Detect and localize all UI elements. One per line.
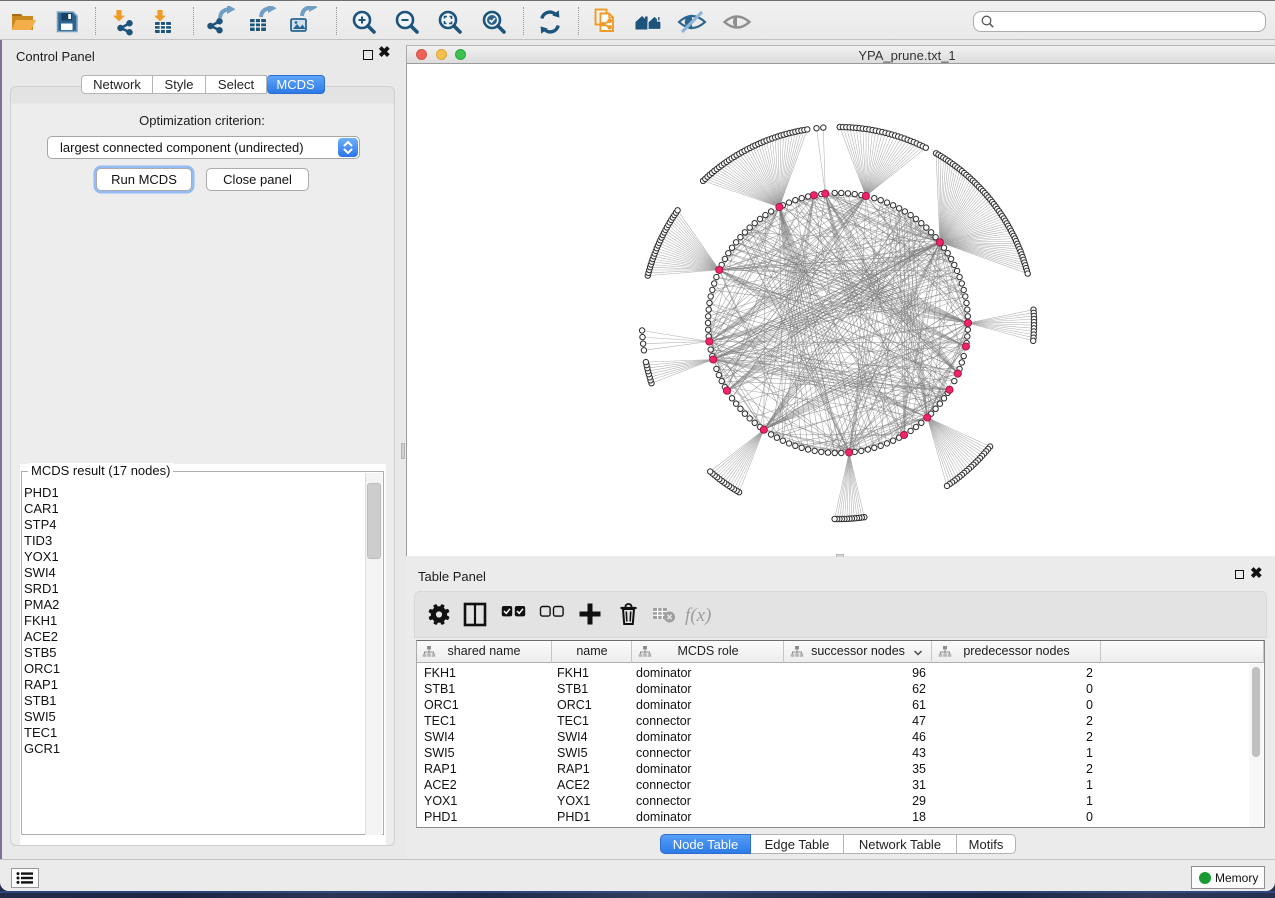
svg-text:f(x): f(x) [685, 605, 711, 626]
